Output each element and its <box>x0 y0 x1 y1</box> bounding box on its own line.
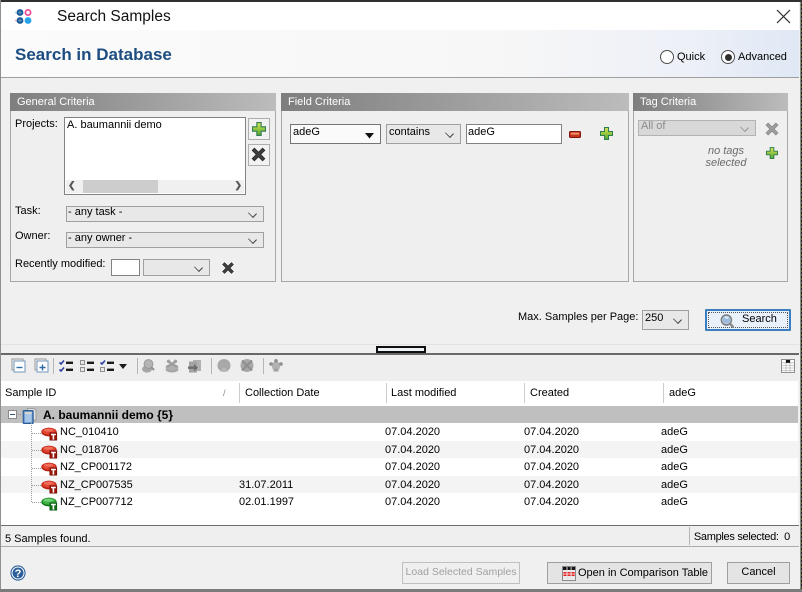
svg-text:?: ? <box>15 568 22 580</box>
